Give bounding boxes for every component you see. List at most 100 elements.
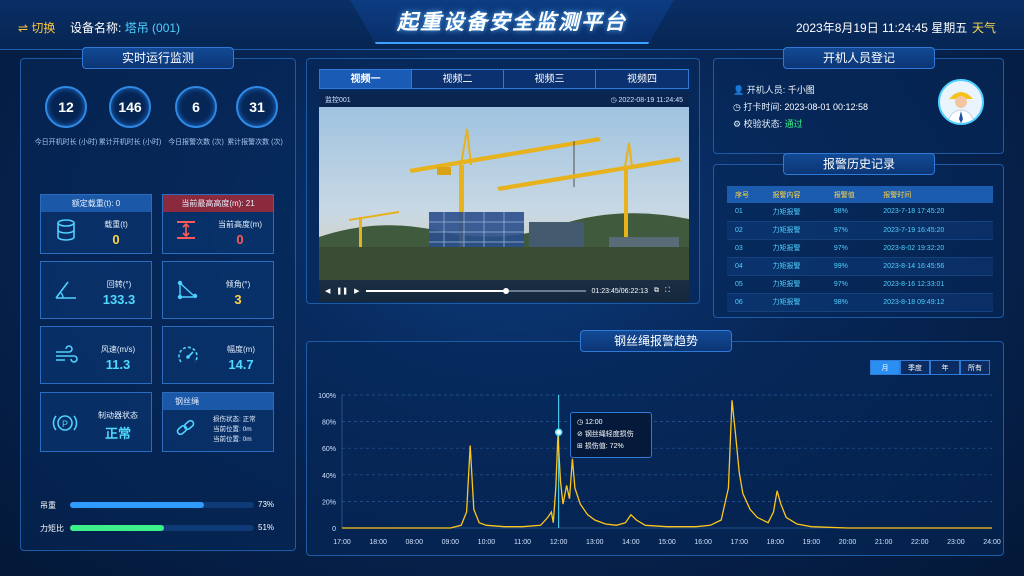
max-height-heading: 当前最高高度(m): 21 — [163, 195, 273, 212]
lift-weight-percent: 73% — [258, 500, 275, 509]
table-cell: 力矩报警 — [764, 221, 826, 240]
table-cell: 力矩报警 — [764, 203, 826, 222]
moment-ratio-bar-label: 力矩比 — [40, 524, 64, 533]
rope-position-1: 当前位置: 0m — [213, 426, 252, 433]
alarm-history-column-header: 序号 — [727, 186, 765, 203]
x-tick-label: 17:00 — [333, 539, 351, 546]
table-row[interactable]: 02 力矩报警 97% 2023-7-19 16:45:20 — [727, 221, 993, 240]
alarm-history-table: 序号 报警内容 报警值 报警时间 01 力矩报警 98% 2023-7-18 17:45:2… — [727, 186, 993, 312]
wind-label: 风速(m/s) — [100, 345, 136, 354]
table-row[interactable]: 05 力矩报警 97% 2023-8-16 12:33:01 — [727, 275, 993, 294]
amplitude-value: 14.7 — [228, 357, 254, 372]
table-cell: 04 — [727, 257, 765, 276]
weather-button[interactable]: 天气 — [972, 19, 996, 36]
rope-damage-status: 损伤状态: 正常 — [213, 416, 256, 423]
height-label: 当前高度(m) — [218, 220, 262, 229]
brake-value: 正常 — [104, 426, 131, 441]
load-card: 额定载重(t): 0 载重(t) 0 — [40, 194, 152, 254]
operator-panel-title: 开机人员登记 — [783, 47, 935, 69]
table-cell: 01 — [727, 203, 765, 222]
person-icon: 👤 — [733, 85, 745, 95]
moment-ratio-bar-fill — [70, 525, 164, 531]
rated-load-heading: 额定载重(t): 0 — [41, 195, 151, 212]
video-player[interactable]: 监控001 ◷ 2022-08-19 11:24:45 ◀ ❚❚ ▶ 01:23… — [319, 92, 689, 302]
tab-video-3[interactable]: 视频三 — [503, 69, 596, 89]
alarm-history-column-header: 报警时间 — [875, 186, 993, 203]
table-cell: 2023-8-14 16:45:56 — [875, 257, 993, 276]
range-all-button[interactable]: 所有 — [960, 360, 990, 375]
table-row[interactable]: 06 力矩报警 98% 2023-8-18 09:49:12 — [727, 293, 993, 312]
operator-verify-row: ⚙ 校验状态: 通过 — [733, 117, 803, 130]
height-card: 当前最高高度(m): 21 当前高度(m) 0 — [162, 194, 274, 254]
checkin-value: 2023-08-01 00:12:58 — [784, 102, 868, 112]
table-cell: 2023-8-16 12:33:01 — [875, 275, 993, 294]
tooltip-time-value: 12:00 — [585, 419, 603, 426]
table-cell: 02 — [727, 221, 765, 240]
table-row[interactable]: 04 力矩报警 99% 2023-8-14 16:45:56 — [727, 257, 993, 276]
x-tick-label: 08:00 — [405, 539, 423, 546]
device-info: 设备名称: 塔吊 (001) — [70, 19, 180, 36]
x-tick-label: 20:00 — [839, 539, 857, 546]
tilt-value: 3 — [234, 292, 242, 307]
table-row[interactable]: 03 力矩报警 97% 2023-8-02 19:32:20 — [727, 239, 993, 258]
fullscreen-icon[interactable]: ⛶ — [665, 287, 670, 295]
table-cell: 力矩报警 — [764, 293, 826, 312]
amplitude-label: 幅度(m) — [227, 345, 255, 354]
gear-icon: ⚙ — [733, 119, 742, 129]
x-tick-label: 19:00 — [803, 539, 821, 546]
range-year-button[interactable]: 年 — [930, 360, 960, 375]
x-tick-label: 18:00 — [767, 539, 785, 546]
tab-video-1[interactable]: 视频一 — [319, 69, 412, 89]
lift-weight-bar-fill — [70, 502, 205, 508]
rope-position-2: 当前位置: 0m — [213, 436, 252, 443]
brake-label: 制动器状态 — [98, 411, 138, 420]
stat-circle-run-total: 146 — [109, 86, 151, 128]
x-tick-label: 11:00 — [514, 539, 531, 546]
series-line-wire-rope-alarm — [342, 400, 992, 529]
height-value: 0 — [236, 232, 244, 247]
x-tick-label: 14:00 — [622, 539, 640, 546]
device-name: 塔吊 (001) — [124, 21, 181, 35]
pause-icon[interactable]: ❚❚ — [336, 287, 348, 295]
tab-video-2[interactable]: 视频二 — [411, 69, 504, 89]
forward-icon[interactable]: ▶ — [354, 287, 359, 295]
slew-card: 回转(°) 133.3 — [40, 261, 152, 319]
stat-circle-alarm-total: 31 — [236, 86, 278, 128]
x-tick-label: 10:00 — [478, 539, 496, 546]
table-cell: 2023-8-18 09:49:12 — [875, 293, 993, 312]
alarm-history-column-header: 报警内容 — [764, 186, 826, 203]
video-seek-handle[interactable] — [503, 288, 510, 294]
checkin-label: 打卡时间: — [743, 102, 782, 112]
chart-tooltip: ◷ 12:00 ⊘ 钢丝绳轻度损伤 ⊞ 损伤值: 72% — [570, 412, 652, 458]
wire-rope-card: 钢丝绳 损伤状态: 正常 当前位置: 0m 当前位置: 0m — [162, 392, 274, 452]
verify-value: 通过 — [784, 119, 803, 129]
tooltip-time: ◷ 12:00 — [577, 419, 603, 426]
x-tick-label: 22:00 — [911, 539, 929, 546]
table-row[interactable]: 01 力矩报警 98% 2023-7-18 17:45:20 — [727, 203, 993, 222]
wind-icon — [53, 345, 79, 371]
video-tabs: 视频一 视频二 视频三 视频四 — [319, 69, 689, 89]
page-title: 起重设备安全监测平台 — [397, 11, 627, 34]
tab-video-4[interactable]: 视频四 — [595, 69, 689, 89]
table-cell: 99% — [825, 257, 876, 276]
range-quarter-button[interactable]: 季度 — [900, 360, 930, 375]
x-tick-label: 16:00 — [694, 539, 712, 546]
amplitude-card: 幅度(m) 14.7 — [162, 326, 274, 384]
angle-icon — [53, 279, 79, 307]
video-time-readout: 01:23:45/06:22:13 — [591, 287, 648, 295]
video-timestamp: ◷ 2022-08-19 11:24:45 — [610, 96, 683, 104]
tooltip-description-value: 钢丝绳轻度损伤 — [584, 431, 634, 438]
clock-icon: ◷ — [733, 102, 741, 112]
verify-label: 校验状态: — [743, 119, 783, 129]
x-tick-label: 15:00 — [658, 539, 676, 546]
table-cell: 力矩报警 — [764, 257, 826, 276]
video-seek-bar[interactable] — [365, 288, 586, 294]
snapshot-icon[interactable]: ⧉ — [654, 287, 659, 295]
wind-value: 11.3 — [105, 357, 131, 372]
table-cell: 2023-7-18 17:45:20 — [875, 203, 993, 222]
load-label: 载重(t) — [104, 220, 128, 229]
range-month-button[interactable]: 月 — [870, 360, 900, 375]
switch-device-button[interactable]: ⇌ 切换 — [18, 19, 55, 36]
x-tick-label: 23:00 — [947, 539, 965, 546]
rewind-icon[interactable]: ◀ — [325, 287, 330, 295]
